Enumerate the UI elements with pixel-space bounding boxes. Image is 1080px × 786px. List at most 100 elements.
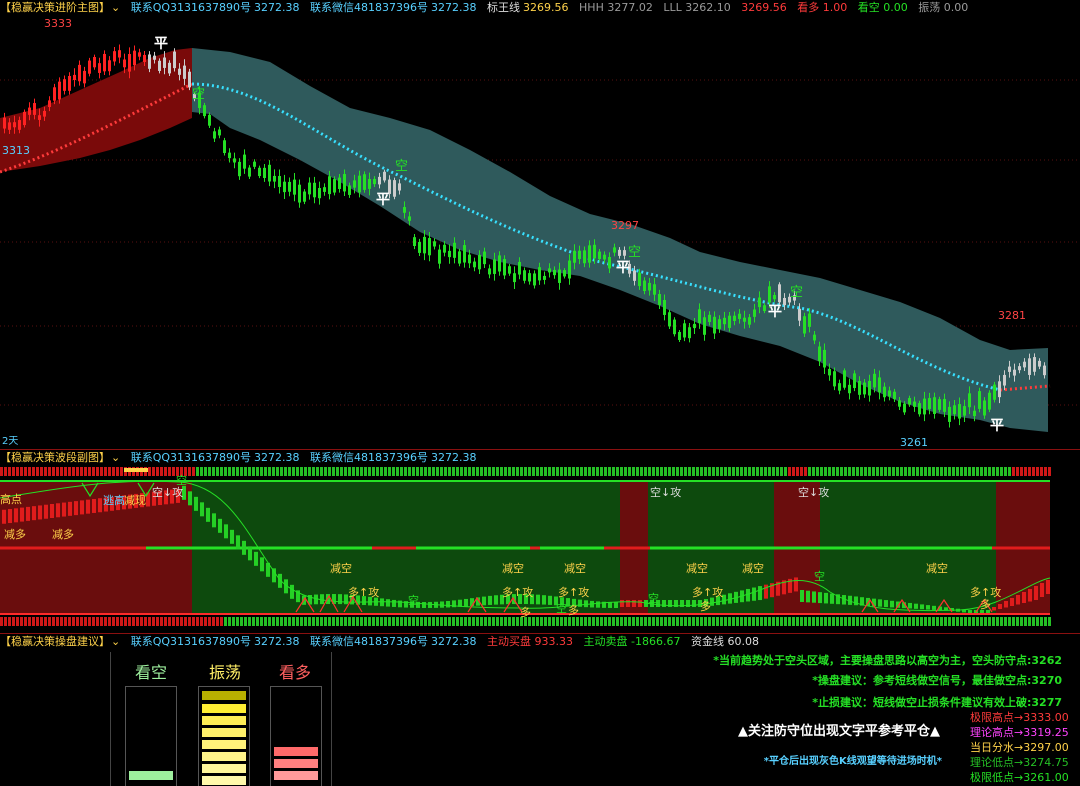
stripe-tick <box>408 467 411 476</box>
stripe-tick <box>28 617 31 626</box>
candle-body <box>493 259 496 274</box>
stripe-tick <box>512 617 515 626</box>
stripe-tick <box>364 467 367 476</box>
stripe-tick <box>564 617 567 626</box>
dropdown-chevron-icon[interactable]: ⌄ <box>111 1 120 14</box>
candle-body <box>1013 369 1016 376</box>
stripe-tick <box>632 467 635 476</box>
candle-body <box>73 74 76 81</box>
candle-body <box>448 250 451 258</box>
wave-chart[interactable]: 高点 逃高 减现 减多 减多 空↓攻 空↓攻 空↓攻 减空 减空 减空 减空 减… <box>0 450 1080 634</box>
stripe-tick <box>428 617 431 626</box>
candle-body <box>963 406 966 416</box>
candle-body <box>843 370 846 388</box>
stripe-tick <box>596 467 599 476</box>
wave-indicator-panel[interactable]: 【稳赢决策波段副图】⌄ 联系QQ3131637890号 3272.38 联系微信4… <box>0 450 1080 634</box>
dropdown-chevron-icon[interactable]: ⌄ <box>111 451 120 464</box>
histogram-bar <box>290 584 294 599</box>
operation-advice-panel[interactable]: 【稳赢决策操盘建议】⌄ 联系QQ3131637890号 3272.38 联系微信4… <box>0 634 1080 786</box>
stripe-tick <box>1044 617 1047 626</box>
candle-body <box>288 181 291 192</box>
candle-body <box>918 403 921 415</box>
wave-panel-title[interactable]: 【稳赢决策波段副图】 <box>0 451 110 464</box>
stripe-tick <box>1032 467 1035 476</box>
kong-label: 空 <box>408 593 419 607</box>
candle-body <box>928 398 931 410</box>
stripe-tick <box>588 617 591 626</box>
stripe-tick <box>508 467 511 476</box>
histogram-bar <box>86 499 90 514</box>
stripe-tick <box>644 617 647 626</box>
stripe-tick <box>136 617 139 626</box>
candle-body <box>528 273 531 282</box>
stripe-tick <box>140 617 143 626</box>
stripe-tick <box>620 617 623 626</box>
candle-body <box>938 399 941 410</box>
candle-body <box>678 331 681 340</box>
stripe-tick <box>80 467 83 476</box>
stripe-tick <box>752 617 755 626</box>
candle-body <box>258 167 261 177</box>
stripe-tick <box>264 467 267 476</box>
stripe-tick <box>232 467 235 476</box>
stripe-tick <box>1004 467 1007 476</box>
histogram-bar <box>428 601 432 608</box>
stripe-tick <box>612 467 615 476</box>
histogram-bar <box>1004 601 1008 608</box>
stripe-tick <box>416 467 419 476</box>
stripe-tick <box>428 467 431 476</box>
stripe-tick <box>472 617 475 626</box>
stripe-tick <box>972 467 975 476</box>
stripe-tick <box>828 467 831 476</box>
stripe-tick <box>976 467 979 476</box>
main-chart-panel[interactable]: 【稳赢决策进阶主图】⌄ 联系QQ3131637890号 3272.38 联系微信4… <box>0 0 1080 450</box>
stripe-tick <box>516 467 519 476</box>
histogram-bar <box>806 590 810 603</box>
stripe-tick <box>120 617 123 626</box>
stripe-tick <box>836 617 839 626</box>
kong-label: 空 <box>648 591 659 605</box>
stripe-tick <box>256 617 259 626</box>
dropdown-chevron-icon[interactable]: ⌄ <box>111 635 120 648</box>
stripe-tick <box>928 617 931 626</box>
stripe-tick <box>388 467 391 476</box>
stripe-tick <box>864 617 867 626</box>
candle-body <box>23 111 26 126</box>
stripe-tick <box>356 467 359 476</box>
candle-body <box>823 349 826 368</box>
stripe-tick <box>204 467 207 476</box>
candle-body <box>293 179 296 195</box>
wechat-value: 3272.38 <box>431 1 477 14</box>
stripe-tick <box>196 617 199 626</box>
stripe-tick <box>372 617 375 626</box>
candle-body <box>833 371 836 387</box>
stripe-tick <box>816 617 819 626</box>
stripe-tick <box>332 617 335 626</box>
stripe-tick <box>68 617 71 626</box>
advice-trend: *当前趋势处于空头区域，主要操盘思路以高空为主，空头防守点:3262 <box>713 654 1062 667</box>
stripe-tick <box>764 617 767 626</box>
main-chart-title[interactable]: 【稳赢决策进阶主图】 <box>0 1 110 14</box>
candle-body <box>383 171 386 181</box>
candle-body <box>633 270 636 281</box>
stripe-tick <box>172 617 175 626</box>
ops-panel-title[interactable]: 【稳赢决策操盘建议】 <box>0 635 110 648</box>
stripe-tick <box>196 467 199 476</box>
stripe-tick <box>1036 467 1039 476</box>
histogram-bar <box>998 604 1002 609</box>
histogram-bar <box>74 501 78 516</box>
stripe-tick <box>440 617 443 626</box>
stripe-tick <box>52 617 55 626</box>
stripe-tick <box>548 467 551 476</box>
stripe-tick <box>320 467 323 476</box>
stripe-tick <box>872 617 875 626</box>
candle-body <box>508 266 511 274</box>
candle-body <box>438 249 441 264</box>
stripe-tick <box>340 467 343 476</box>
stripe-tick <box>296 467 299 476</box>
stripe-tick <box>824 467 827 476</box>
candle-body <box>723 317 726 325</box>
candlestick-chart[interactable]: 3333 3313 3297 3281 3261 2天 平 空 平 空 平 空 … <box>0 0 1080 450</box>
stripe-tick <box>492 617 495 626</box>
histogram-bar <box>68 501 72 516</box>
